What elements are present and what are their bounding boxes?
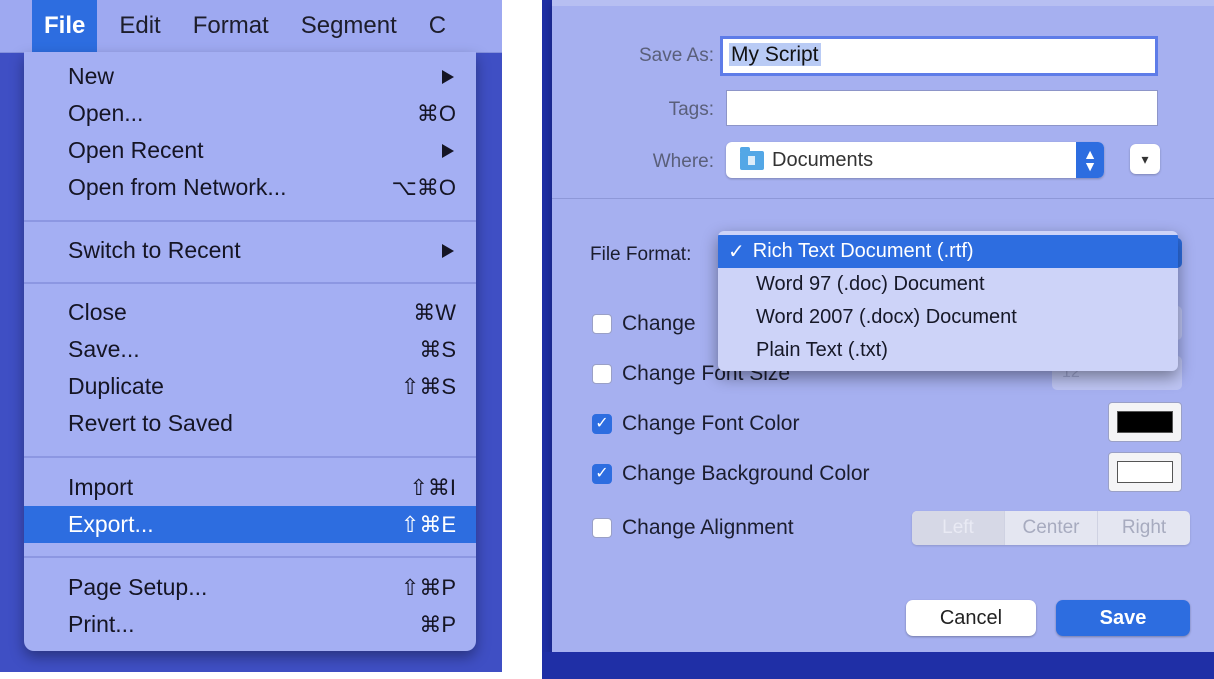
menu-item-label: Print... [68, 611, 135, 637]
background-color-well[interactable] [1108, 452, 1182, 492]
save-as-value: My Script [729, 43, 821, 66]
format-option-label: Word 97 (.doc) Document [756, 273, 985, 295]
format-option-label: Plain Text (.txt) [756, 339, 888, 361]
change-alignment-label: Change Alignment [622, 516, 794, 539]
font-color-well[interactable] [1108, 402, 1182, 442]
change-font-size-checkbox[interactable] [592, 364, 612, 384]
save-as-field[interactable]: My Script [720, 36, 1158, 76]
menu-separator [24, 456, 476, 458]
menu-item-close[interactable]: Close ⌘W [24, 294, 476, 331]
menu-item-label: Save... [68, 336, 140, 362]
submenu-arrow-icon [442, 243, 454, 258]
file-format-popup: ✓ Rich Text Document (.rtf) Word 97 (.do… [718, 231, 1178, 371]
where-value: Documents [772, 148, 874, 171]
stepper-icon: ▲ ▼ [1076, 142, 1104, 178]
menu-separator [24, 556, 476, 558]
change-font-color-checkbox[interactable]: ✓ [592, 414, 612, 434]
backdrop-strip [542, 652, 1214, 679]
menu-item-label: Export... [68, 511, 154, 537]
menu-item-label: Duplicate [68, 373, 164, 399]
save-as-label: Save As: [639, 45, 714, 66]
save-button[interactable]: Save [1056, 600, 1190, 636]
menu-item-label: New [68, 63, 115, 89]
format-option-rtf[interactable]: ✓ Rich Text Document (.rtf) [718, 235, 1178, 268]
menu-item-shortcut: ⇧⌘S [400, 373, 456, 399]
menu-item-switch-to-recent[interactable]: Switch to Recent [24, 232, 476, 269]
toolbar-strip [552, 0, 1214, 6]
menu-item-shortcut: ⌘W [413, 299, 456, 325]
menu-item-label: Switch to Recent [68, 237, 241, 263]
change-font-checkbox[interactable] [592, 314, 612, 334]
font-color-swatch [1117, 411, 1173, 433]
align-right-segment[interactable]: Right [1098, 511, 1190, 545]
divider [552, 198, 1214, 199]
menu-item-shortcut: ⇧⌘I [409, 474, 456, 500]
menu-item-print[interactable]: Print... ⌘P [24, 606, 476, 643]
menu-edit[interactable]: Edit [107, 0, 172, 52]
menu-file[interactable]: File [32, 0, 98, 52]
menu-item-page-setup[interactable]: Page Setup... ⇧⌘P [24, 569, 476, 606]
menu-item-import[interactable]: Import ⇧⌘I [24, 469, 476, 506]
menu-item-revert-to-saved[interactable]: Revert to Saved [24, 405, 476, 442]
menu-separator [24, 282, 476, 284]
change-background-color-checkbox[interactable]: ✓ [592, 464, 612, 484]
menu-item-shortcut: ⌘P [419, 611, 456, 637]
menu-item-label: Open from Network... [68, 174, 287, 200]
change-font-color-label: Change Font Color [622, 412, 800, 435]
menu-segment[interactable]: Segment [289, 0, 409, 52]
file-format-label: File Format: [590, 244, 692, 265]
cancel-button[interactable]: Cancel [906, 600, 1036, 636]
menu-item-shortcut: ⌥⌘O [391, 174, 456, 200]
format-option-docx[interactable]: Word 2007 (.docx) Document [718, 301, 1178, 334]
menu-item-export[interactable]: Export... ⇧⌘E [24, 506, 476, 543]
change-font-label: Change [622, 312, 696, 335]
expand-button[interactable]: ▾ [1130, 144, 1160, 174]
chevron-down-icon: ▾ [1141, 150, 1149, 167]
menu-item-duplicate[interactable]: Duplicate ⇧⌘S [24, 368, 476, 405]
tags-label: Tags: [668, 99, 714, 120]
format-option-txt[interactable]: Plain Text (.txt) [718, 334, 1178, 367]
export-dialog: Save As: My Script Tags: Where: Document… [552, 0, 1214, 652]
menu-item-open[interactable]: Open... ⌘O [24, 95, 476, 132]
menu-item-shortcut: ⌘S [419, 336, 456, 362]
menu-item-shortcut: ⌘O [416, 100, 456, 126]
align-left-segment[interactable]: Left [912, 511, 1005, 545]
file-menu-dropdown: New Open... ⌘O Open Recent Open from Net… [24, 52, 476, 651]
alignment-segmented-control[interactable]: Left Center Right [912, 511, 1190, 545]
menu-bar: File Edit Format Segment C [0, 0, 502, 53]
submenu-arrow-icon [442, 143, 454, 158]
format-option-doc[interactable]: Word 97 (.doc) Document [718, 268, 1178, 301]
menu-item-shortcut: ⇧⌘E [400, 511, 456, 537]
submenu-arrow-icon [442, 69, 454, 84]
menu-item-open-recent[interactable]: Open Recent [24, 132, 476, 169]
menu-separator [24, 220, 476, 222]
menu-item-label: Open Recent [68, 137, 204, 163]
menu-item-shortcut: ⇧⌘P [400, 574, 456, 600]
menu-item-label: Import [68, 474, 134, 500]
menu-item-label: Close [68, 299, 127, 325]
folder-icon [740, 146, 764, 170]
format-option-label: Rich Text Document (.rtf) [752, 240, 974, 262]
menu-item-save[interactable]: Save... ⌘S [24, 331, 476, 368]
menu-item-label: Page Setup... [68, 574, 208, 600]
align-center-segment[interactable]: Center [1005, 511, 1098, 545]
menu-item-label: Open... [68, 100, 144, 126]
menu-item-label: Revert to Saved [68, 410, 233, 436]
change-background-color-label: Change Background Color [622, 462, 870, 485]
menu-format[interactable]: Format [181, 0, 281, 52]
format-option-label: Word 2007 (.docx) Document [756, 306, 1017, 328]
checkmark-icon: ✓ [728, 241, 745, 263]
where-label: Where: [652, 151, 714, 172]
where-select[interactable]: Documents ▲ ▼ [726, 142, 1104, 178]
export-dialog-screenshot: Save As: My Script Tags: Where: Document… [542, 0, 1214, 679]
menu-item-open-from-network[interactable]: Open from Network... ⌥⌘O [24, 169, 476, 206]
change-alignment-checkbox[interactable] [592, 518, 612, 538]
menu-truncated[interactable]: C [429, 12, 446, 40]
file-menu-screenshot: File Edit Format Segment C New Open... ⌘… [0, 0, 502, 672]
background-color-swatch [1117, 461, 1173, 483]
menu-item-new[interactable]: New [24, 58, 476, 95]
tags-field[interactable] [726, 90, 1158, 126]
